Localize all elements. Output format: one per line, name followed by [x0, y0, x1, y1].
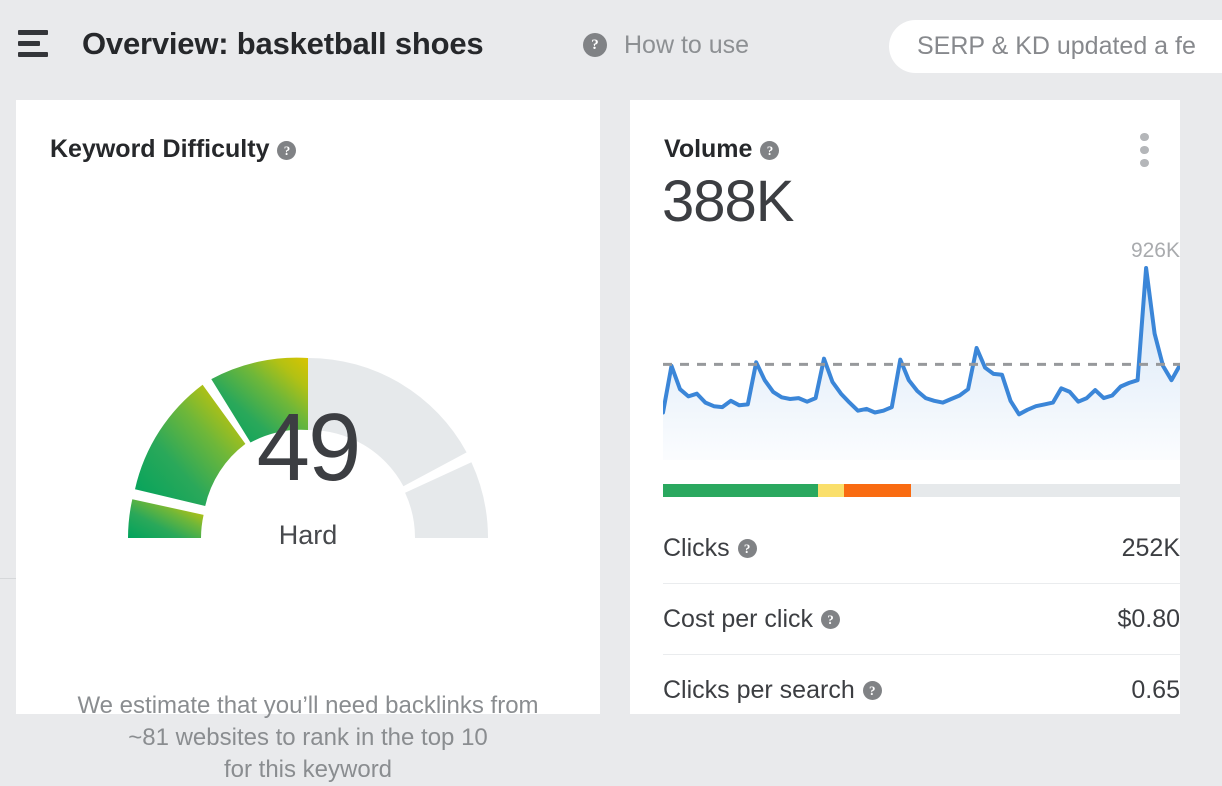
- keyword-difficulty-score: 49: [256, 394, 362, 501]
- kd-note-line-1: We estimate that you’ll need backlinks f…: [77, 692, 539, 719]
- keyword-difficulty-gauge: 49 Hard: [16, 230, 600, 610]
- metric-value: 252K: [1121, 533, 1180, 562]
- keyword-difficulty-title: Keyword Difficulty?: [50, 135, 297, 164]
- hamburger-bar-3: [18, 52, 48, 57]
- metric-label-text: Cost per click: [663, 604, 814, 633]
- update-status-pill[interactable]: SERP & KD updated a fe: [889, 20, 1222, 73]
- keyword-difficulty-title-text: Keyword Difficulty: [50, 135, 270, 163]
- hamburger-bar-1: [18, 30, 48, 35]
- volume-help-icon[interactable]: ?: [760, 140, 780, 160]
- metric-row: Clicks? 252K: [663, 513, 1180, 583]
- left-rail-divider: [0, 578, 16, 579]
- update-status-text: SERP & KD updated a fe: [917, 32, 1196, 60]
- metric-help-icon[interactable]: ?: [862, 681, 882, 701]
- page-title: Overview: basketball shoes: [82, 26, 484, 61]
- sparkline-line: [661, 266, 1182, 417]
- segment-orange: [843, 484, 912, 497]
- metric-help-icon[interactable]: ?: [737, 539, 757, 559]
- volume-title: Volume?: [664, 135, 780, 164]
- metric-name: Cost per click?: [663, 604, 841, 634]
- keyword-difficulty-card: Keyword Difficulty? 49 Hard We estimate …: [16, 100, 600, 783]
- metric-label-text: Clicks: [663, 533, 730, 562]
- title-help-icon[interactable]: ?: [583, 33, 607, 57]
- volume-card: Volume? 388K 926K Clicks? 252K Cost per …: [630, 100, 1182, 714]
- kd-note-line-3: for this keyword: [223, 756, 393, 783]
- kebab-dot-1: [1139, 132, 1149, 141]
- metric-name: Clicks per search?: [663, 676, 882, 705]
- keyword-difficulty-help-icon[interactable]: ?: [277, 140, 297, 160]
- volume-segment-bar: [663, 484, 1180, 497]
- segment-yellow: [818, 484, 844, 497]
- metric-label-text: Clicks per search: [663, 675, 855, 704]
- segment-green: [663, 484, 819, 497]
- keyword-difficulty-label: Hard: [278, 520, 338, 550]
- volume-title-text: Volume: [664, 135, 753, 163]
- app-root: Overview: basketball shoes ? How to use …: [0, 0, 1222, 783]
- metric-help-icon[interactable]: ?: [821, 610, 841, 630]
- segment-gray: [911, 484, 1180, 497]
- how-to-use-link[interactable]: How to use: [624, 31, 749, 60]
- question-mark-glyph: ?: [583, 33, 607, 57]
- volume-kebab-menu-icon[interactable]: [1130, 130, 1158, 170]
- metric-name: Clicks?: [663, 534, 757, 563]
- metric-row: Clicks per search? 0.65: [663, 654, 1180, 725]
- volume-metrics-list: Clicks? 252K Cost per click? $0.80 Clicks pe…: [663, 513, 1180, 725]
- keyword-difficulty-note: We estimate that you’ll need backlinks f…: [56, 690, 560, 786]
- app-header: Overview: basketball shoes ? How to use …: [0, 0, 1222, 93]
- sparkline-svg: [661, 266, 1182, 460]
- metric-row: Cost per click? $0.80: [663, 583, 1180, 654]
- hamburger-menu-icon[interactable]: [18, 30, 50, 64]
- hamburger-bar-2: [18, 41, 40, 46]
- metric-value: $0.80: [1117, 604, 1180, 633]
- metric-value: 0.65: [1131, 675, 1180, 704]
- volume-sparkline-chart: [661, 260, 1182, 460]
- kebab-dot-2: [1139, 145, 1149, 155]
- volume-value: 388K: [662, 169, 794, 234]
- kebab-dot-3: [1139, 159, 1149, 168]
- kd-note-line-2: ~81 websites to rank in the top 10: [128, 724, 488, 751]
